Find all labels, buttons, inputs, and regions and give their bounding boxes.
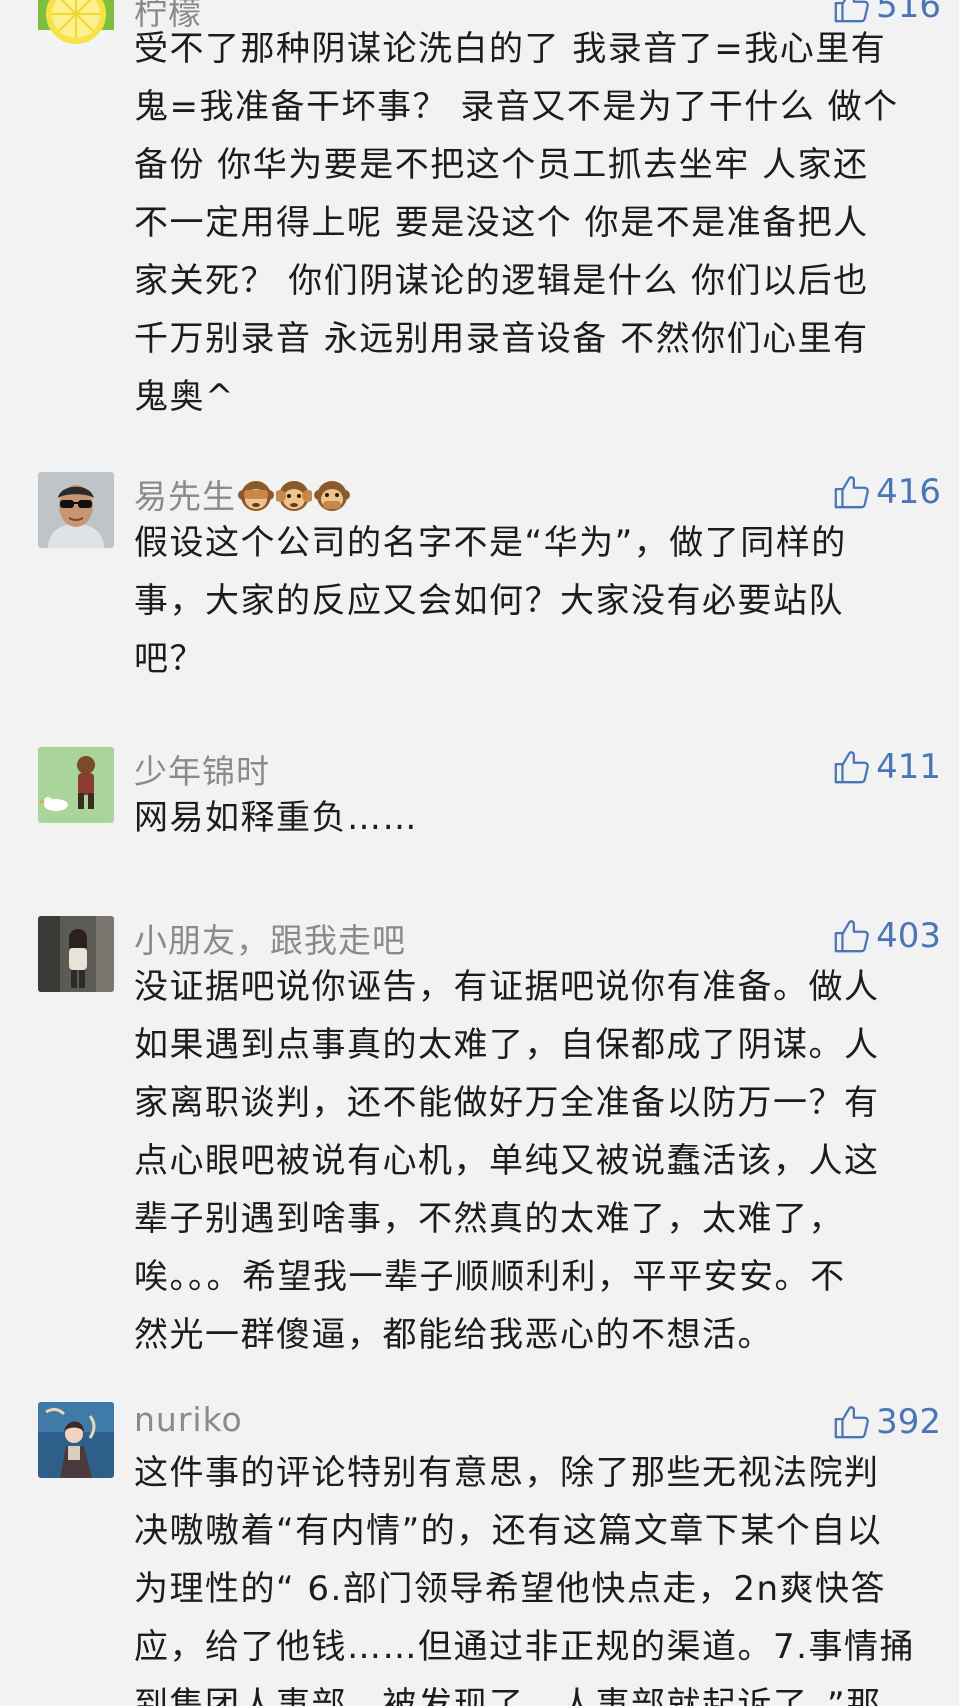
username[interactable]: 易先生 — [134, 470, 350, 518]
speak-no-evil-monkey-icon — [314, 481, 350, 511]
comment-line: 如果遇到点事真的太难了，自保都成了阴谋。人 — [134, 1025, 880, 1065]
comment-text: 这件事的评论特别有意思，除了那些无视法院判 决嗷嗷着“有内情”的，还有这篇文章下… — [134, 1444, 944, 1706]
username[interactable]: nuriko — [134, 1400, 243, 1439]
comment-line: 不一定用得上呢 要是没这个 你是不是准备把人 — [134, 203, 869, 243]
comment-line: 家离职谈判，还不能做好万全准备以防万一？有 — [134, 1083, 880, 1123]
avatar[interactable] — [38, 747, 114, 823]
like-button[interactable]: 403 — [832, 914, 941, 958]
man-sunglasses-avatar-icon — [38, 472, 114, 548]
comment-line: 网易如释重负…… — [134, 798, 418, 838]
comment-text: 受不了那种阴谋论洗白的了 我录音了=我心里有 鬼=我准备干坏事？ 录音又不是为了… — [134, 20, 944, 426]
like-count: 416 — [876, 472, 941, 512]
like-count: 411 — [876, 747, 941, 787]
comment-line: 到集团人事部，被发现了，人事部就起诉了。”那 — [134, 1685, 882, 1706]
like-button[interactable]: 392 — [832, 1400, 941, 1444]
hear-no-evil-monkey-icon — [276, 481, 312, 511]
girl-photo-avatar-icon — [38, 916, 114, 992]
comment-line: 为理性的“ 6.部门领导希望他快点走，2n爽快答 — [134, 1569, 887, 1609]
comment-line: 吧？ — [134, 639, 205, 679]
comment-text: 假设这个公司的名字不是“华为”，做了同样的 事，大家的反应又会如何？大家没有必要… — [134, 514, 944, 688]
like-count: 392 — [876, 1402, 941, 1442]
comment-line: 没证据吧说你诬告，有证据吧说你有准备。做人 — [134, 967, 880, 1007]
avatar[interactable] — [38, 916, 114, 992]
comment-text: 网易如释重负…… — [134, 789, 944, 847]
comment-line: 这件事的评论特别有意思，除了那些无视法院判 — [134, 1453, 880, 1493]
like-count: 403 — [876, 916, 941, 956]
comment-feed: 柠檬 516 受不了那种阴谋论洗白的了 我录音了=我心里有 鬼=我准备干坏事？ … — [0, 0, 959, 1706]
comment-line: 受不了那种阴谋论洗白的了 我录音了=我心里有 — [134, 29, 887, 69]
lemon-avatar-icon — [38, 0, 114, 54]
comment-line: 辈子别遇到啥事，不然真的太难了，太难了， — [134, 1199, 844, 1239]
comment-line: 鬼=我准备干坏事？ 录音又不是为了干什么 做个 — [134, 87, 899, 127]
comment-line: 假设这个公司的名字不是“华为”，做了同样的 — [134, 523, 847, 563]
avatar[interactable] — [38, 1402, 114, 1478]
comment-line: 家关死？ 你们阴谋论的逻辑是什么 你们以后也 — [134, 261, 869, 301]
avatar[interactable] — [38, 472, 114, 548]
comment-line: 然光一群傻逼，都能给我恶心的不想活。 — [134, 1315, 773, 1355]
avatar[interactable] — [38, 0, 114, 54]
username-text: 易先生 — [134, 477, 236, 516]
username[interactable]: 少年锦时 — [134, 745, 270, 793]
see-no-evil-monkey-icon — [238, 481, 274, 511]
thumb-up-icon — [834, 920, 869, 953]
comment-line: 事，大家的反应又会如何？大家没有必要站队 — [134, 581, 844, 621]
comment-line: 点心眼吧被说有心机，单纯又被说蠢活该，人这 — [134, 1141, 880, 1181]
thumb-up-icon — [834, 476, 869, 509]
comment-text: 没证据吧说你诬告，有证据吧说你有准备。做人 如果遇到点事真的太难了，自保都成了阴… — [134, 958, 944, 1364]
thumb-up-icon — [834, 751, 869, 784]
comment-line: 唉。。。希望我一辈子顺顺利利，平平安安。不 — [134, 1257, 846, 1297]
like-button[interactable]: 416 — [832, 470, 941, 514]
cartoon-avatar-icon — [38, 747, 114, 823]
comment-line: 备份 你华为要是不把这个员工抓去坐牢 人家还 — [134, 145, 869, 185]
anime-avatar-icon — [38, 1402, 114, 1478]
like-button[interactable]: 411 — [832, 745, 941, 789]
comment-line: 决嗷嗷着“有内情”的，还有这篇文章下某个自以 — [134, 1511, 883, 1551]
comment-line: 千万别录音 永远别用录音设备 不然你们心里有 — [134, 319, 869, 359]
username[interactable]: 小朋友，跟我走吧 — [134, 914, 406, 962]
comment-line: 鬼奥^ — [134, 377, 235, 417]
comment-line: 应，给了他钱……但通过非正规的渠道。7.事情捅 — [134, 1627, 915, 1667]
thumb-up-icon — [834, 1406, 869, 1439]
